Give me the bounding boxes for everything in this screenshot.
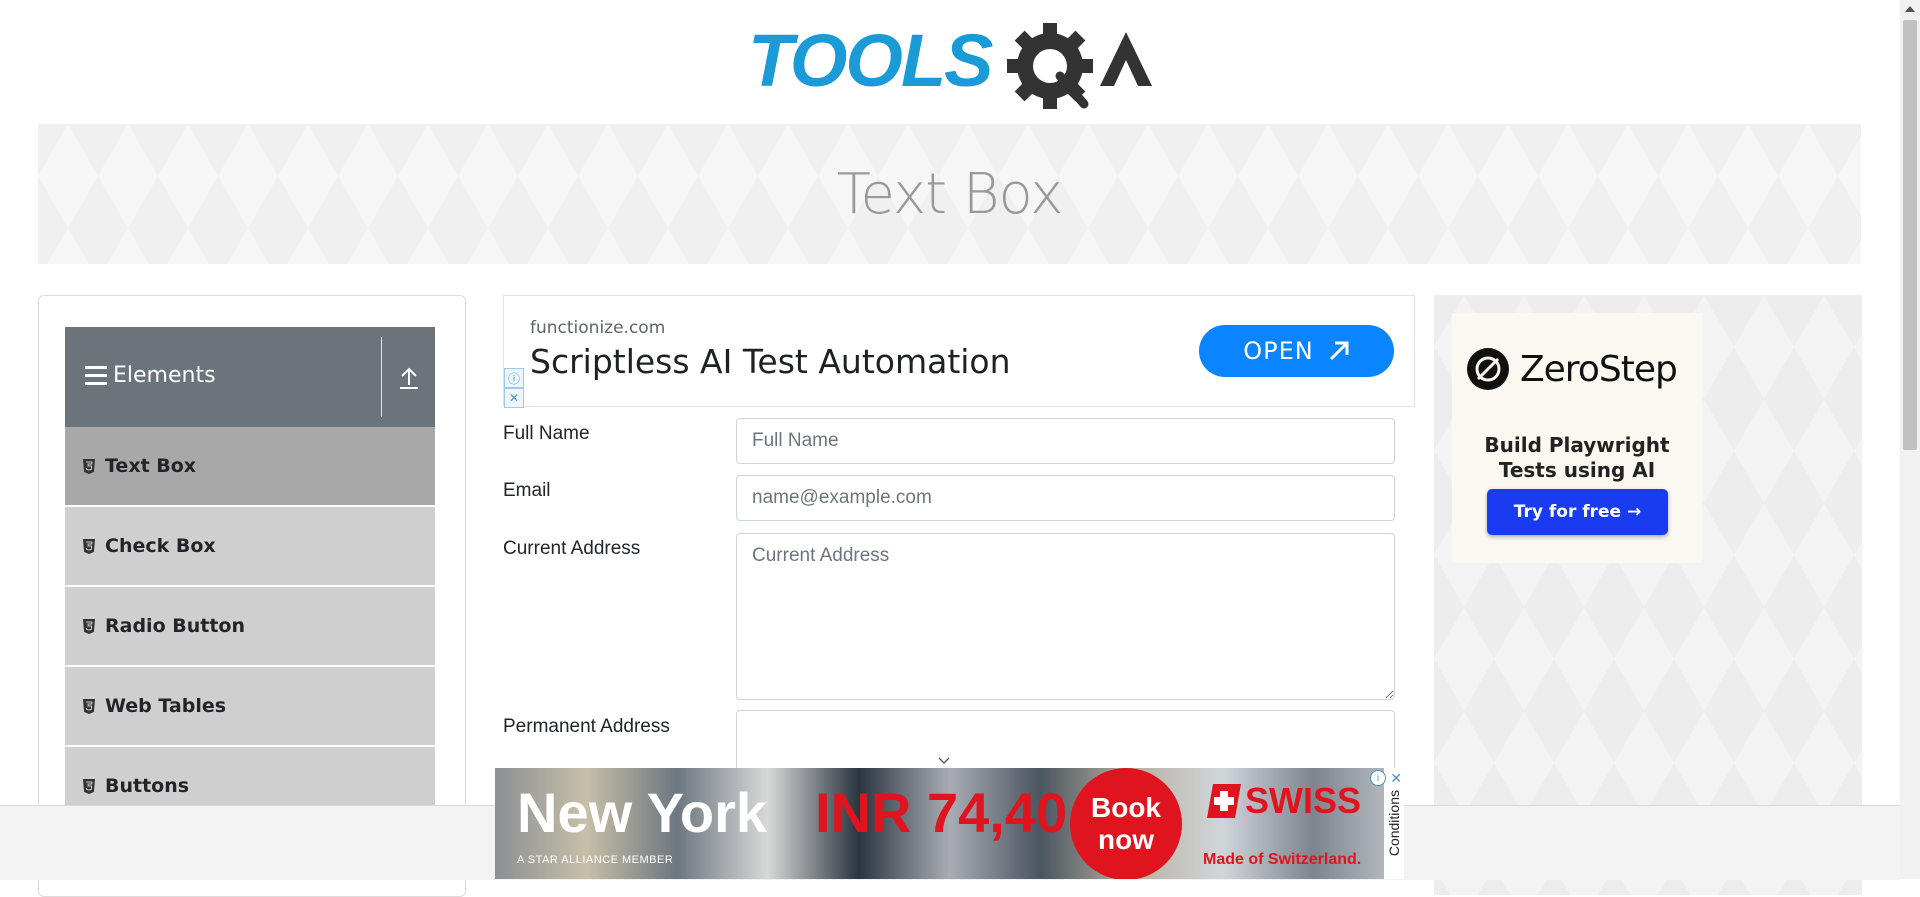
scroll-up-icon[interactable] xyxy=(1905,6,1915,12)
sidebar-item-label: Buttons xyxy=(105,775,190,797)
ad-open-label: OPEN xyxy=(1243,337,1314,365)
ad-badge: ⓘ ✕ xyxy=(504,368,524,408)
sidebar-group-title: Elements xyxy=(113,363,216,388)
sidebar-item-radio-button[interactable]: Radio Button xyxy=(65,587,435,667)
sidebar-item-label: Radio Button xyxy=(105,615,245,637)
sidebar-item-label: Check Box xyxy=(105,535,216,557)
toolsqa-logo[interactable]: TOOLS xyxy=(748,14,1154,114)
full-name-input[interactable] xyxy=(736,418,1395,464)
html5-icon xyxy=(83,538,95,554)
html5-icon xyxy=(83,698,95,714)
ad-city: New York xyxy=(517,781,768,844)
star-alliance-label: A STAR ALLIANCE MEMBER xyxy=(517,854,674,866)
zerostep-logo: ZeroStep xyxy=(1466,347,1678,391)
sidebar-item-check-box[interactable]: Check Box xyxy=(65,507,435,587)
close-icon[interactable]: ✕ xyxy=(1390,770,1402,787)
close-icon[interactable]: ✕ xyxy=(504,388,524,408)
scrollbar-thumb[interactable] xyxy=(1903,20,1917,450)
header-divider xyxy=(381,337,382,417)
now-label: now xyxy=(1098,824,1154,855)
book-label: Book xyxy=(1091,792,1161,823)
email-label: Email xyxy=(503,480,551,501)
sidebar-item-label: Text Box xyxy=(105,455,197,477)
sidebar-item-web-tables[interactable]: Web Tables xyxy=(65,667,435,747)
zerostep-ad[interactable]: ZeroStep Build Playwright Tests using AI… xyxy=(1452,313,1702,563)
ad-banner-top[interactable]: functionize.com Scriptless AI Test Autom… xyxy=(503,295,1415,408)
hamburger-icon xyxy=(85,366,107,390)
current-address-textarea[interactable] xyxy=(736,533,1395,700)
ad-headline[interactable]: Scriptless AI Test Automation xyxy=(530,342,1011,381)
ad-price: INR 74,40 xyxy=(815,781,1068,844)
vertical-scrollbar[interactable] xyxy=(1900,0,1920,879)
permanent-address-label: Permanent Address xyxy=(503,716,670,737)
html5-icon xyxy=(83,618,95,634)
toolsqa-logo-graphic: TOOLS xyxy=(748,19,1152,109)
book-now-button[interactable]: Book now xyxy=(1070,768,1182,879)
page-banner: Text Box xyxy=(38,124,1861,264)
current-address-label: Current Address xyxy=(503,538,641,559)
info-icon[interactable]: ⓘ xyxy=(504,368,524,388)
page-title: Text Box xyxy=(836,161,1063,227)
swiss-flag-icon xyxy=(1207,784,1241,818)
zerostep-brand: ZeroStep xyxy=(1520,348,1678,390)
sidebar-item-text-box[interactable]: Text Box xyxy=(65,427,435,507)
ad-domain: functionize.com xyxy=(530,318,666,338)
zerostep-tagline-1: Build Playwright xyxy=(1484,433,1670,457)
html5-icon xyxy=(83,778,95,794)
sidebar-item-label: Web Tables xyxy=(105,695,227,717)
try-for-free-button[interactable]: Try for free → xyxy=(1487,489,1668,535)
email-input[interactable] xyxy=(736,475,1395,521)
zerostep-tagline-2: Tests using AI xyxy=(1498,458,1656,482)
chevron-down-icon xyxy=(938,752,950,764)
ad-banner-bottom[interactable]: New York INR 74,40 Book now SWISS Made o… xyxy=(495,768,1404,879)
swiss-wordmark: SWISS xyxy=(1245,780,1362,821)
html5-icon xyxy=(83,458,95,474)
swiss-tagline: Made of Switzerland. xyxy=(1203,851,1362,868)
svg-text:TOOLS: TOOLS xyxy=(748,19,993,102)
info-icon[interactable]: i xyxy=(1370,770,1386,786)
sidebar-group-elements[interactable]: Elements xyxy=(65,327,435,427)
zerostep-tagline: Build Playwright Tests using AI xyxy=(1452,433,1702,483)
arrow-up-right-icon xyxy=(1329,341,1349,361)
collapse-up-icon[interactable] xyxy=(397,363,421,391)
swiss-logo: SWISS xyxy=(1207,780,1361,822)
ad-open-button[interactable]: OPEN xyxy=(1199,325,1394,377)
zerostep-icon xyxy=(1467,348,1509,390)
conditions-text: Conditions xyxy=(1386,790,1402,857)
full-name-label: Full Name xyxy=(503,423,590,444)
